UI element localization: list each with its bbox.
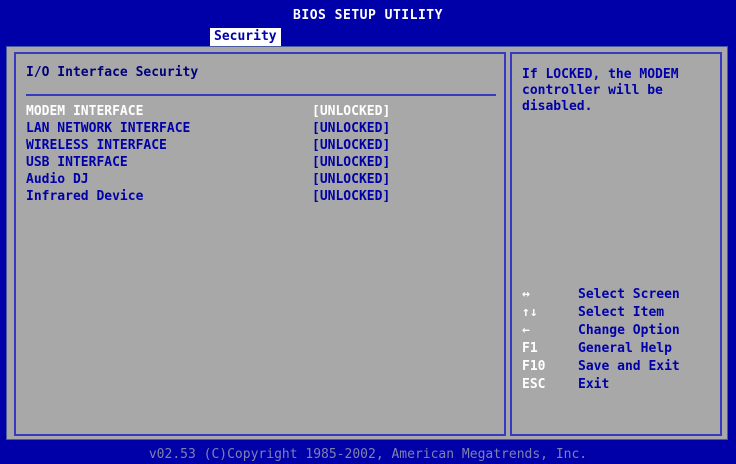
setting-label: LAN NETWORK INTERFACE [26,121,191,136]
setting-value[interactable]: [UNLOCKED] [312,189,390,205]
copyright-footer: v02.53 (C)Copyright 1985-2002, American … [0,446,736,464]
key-description: Save and Exit [578,359,680,374]
key-label: ↑↓ [522,305,538,320]
setting-value[interactable]: [UNLOCKED] [312,172,390,188]
setting-value[interactable]: [UNLOCKED] [312,121,390,137]
app-title: BIOS SETUP UTILITY [293,8,443,23]
setting-row-wireless-interface[interactable]: WIRELESS INTERFACE [UNLOCKED] [26,138,496,154]
key-label: F10 [522,359,546,374]
help-panel: If LOCKED, the MODEM controller will be … [510,52,722,436]
setting-row-usb-interface[interactable]: USB INTERFACE [UNLOCKED] [26,155,496,171]
help-text: If LOCKED, the MODEM controller will be … [522,67,679,114]
key-description: Select Screen [578,287,680,302]
setting-row-audio-dj[interactable]: Audio DJ [UNLOCKED] [26,172,496,188]
key-hint-save-and-exit: F10 Save and Exit [522,358,718,375]
title-bar: BIOS SETUP UTILITY Security [0,0,736,46]
key-hint-exit: ESC Exit [522,376,718,393]
setting-row-modem-interface[interactable]: MODEM INTERFACE [UNLOCKED] [26,104,496,120]
key-hint-select-item: ↑↓ Select Item [522,304,718,321]
key-label: F1 [522,341,538,356]
key-hint-change-option: ← Change Option [522,322,718,339]
setting-value[interactable]: [UNLOCKED] [312,155,390,171]
setting-value[interactable]: [UNLOCKED] [312,104,390,120]
key-description: General Help [578,341,672,356]
setting-row-lan-network-interface[interactable]: LAN NETWORK INTERFACE [UNLOCKED] [26,121,496,137]
tab-security[interactable]: Security [210,28,281,46]
setting-label: WIRELESS INTERFACE [26,138,167,153]
setting-label: MODEM INTERFACE [26,104,144,119]
setting-label: USB INTERFACE [26,155,128,170]
setting-row-infrared-device[interactable]: Infrared Device [UNLOCKED] [26,189,496,205]
setting-label: Audio DJ [26,172,89,187]
key-label: ESC [522,377,546,392]
key-hint-general-help: F1 General Help [522,340,718,357]
section-title: I/O Interface Security [26,65,199,80]
key-description: Exit [578,377,610,392]
key-hint-select-screen: ↔ Select Screen [522,286,718,303]
setting-label: Infrared Device [26,189,144,204]
key-description: Select Item [578,305,665,320]
settings-panel: I/O Interface Security MODEM INTERFACE [… [14,52,506,436]
key-description: Change Option [578,323,680,338]
setting-value[interactable]: [UNLOCKED] [312,138,390,154]
key-label: ↔ [522,287,530,302]
section-divider [26,94,496,96]
key-label: ← [522,323,530,338]
